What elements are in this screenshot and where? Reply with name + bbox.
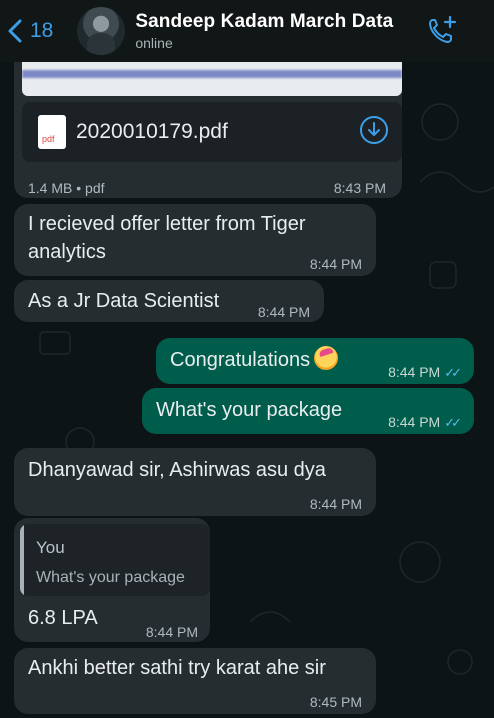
message-time: 8:43 PM [333, 180, 386, 196]
message-text: Ankhi better sathi try karat ahe sir [28, 657, 326, 679]
chevron-left-icon [8, 19, 22, 43]
outgoing-message[interactable]: What's your package 8:44 PM ✓✓ [142, 388, 474, 434]
chat-header: 18 Sandeep Kadam March Data online [0, 0, 494, 62]
quote-author: You [36, 538, 65, 557]
incoming-message[interactable]: Ankhi better sathi try karat ahe sir 8:4… [14, 648, 376, 714]
pdf-icon-label: pdf [42, 134, 55, 144]
contact-status: online [135, 35, 173, 51]
incoming-message[interactable]: Dhanyawad sir, Ashirwas asu dya 8:44 PM [14, 448, 376, 516]
message-time: 8:44 PM [145, 624, 198, 640]
file-preview [22, 62, 402, 96]
add-call-button[interactable] [426, 14, 458, 51]
message-text: I recieved offer letter from Tiger analy… [28, 213, 306, 263]
partying-face-emoji [314, 346, 339, 370]
outgoing-message[interactable]: Congratulations 8:44 PM ✓✓ [156, 338, 474, 384]
unread-count: 18 [30, 19, 54, 42]
message-time: 8:44 PM [309, 496, 362, 512]
quoted-message[interactable]: You What's your package [20, 524, 210, 596]
message-text: What's your package [156, 399, 343, 421]
contact-name: Sandeep Kadam March Data [135, 11, 394, 32]
back-button[interactable]: 18 [6, 18, 53, 44]
file-attachment[interactable]: pdf 2020010179.pdf [22, 102, 402, 162]
quote-text: What's your package [36, 569, 185, 586]
message-time: 8:44 PM [257, 304, 310, 320]
message-time: 8:44 PM ✓✓ [388, 408, 462, 437]
file-name: 2020010179.pdf [76, 120, 228, 143]
incoming-message[interactable]: As a Jr Data Scientist 8:44 PM [14, 280, 324, 322]
time-text: 8:44 PM [388, 414, 441, 430]
avatar[interactable] [77, 7, 126, 55]
file-meta: 1.4 MB • pdf [28, 180, 105, 196]
message-text: 6.8 LPA [28, 607, 98, 629]
download-button[interactable] [360, 116, 388, 144]
message-text: Congratulations [170, 346, 339, 374]
file-message[interactable]: pdf 2020010179.pdf 1.4 MB • pdf 8:43 PM [14, 62, 402, 198]
incoming-message[interactable]: I recieved offer letter from Tiger analy… [14, 204, 376, 276]
time-text: 8:44 PM [388, 364, 441, 380]
chat-area[interactable]: pdf 2020010179.pdf 1.4 MB • pdf 8:43 PM … [0, 62, 494, 718]
incoming-reply-message[interactable]: You What's your package 6.8 LPA 8:44 PM [14, 518, 210, 642]
message-text-content: Congratulations [170, 349, 311, 371]
message-text: As a Jr Data Scientist [28, 290, 220, 312]
message-time: 8:45 PM [309, 694, 362, 710]
read-ticks-icon: ✓✓ [444, 365, 462, 380]
read-ticks-icon: ✓✓ [444, 415, 462, 430]
download-arrow-icon [368, 122, 380, 136]
message-time: 8:44 PM ✓✓ [388, 358, 462, 387]
phone-plus-icon [429, 15, 457, 43]
contact-info[interactable]: Sandeep Kadam March Data online [135, 11, 393, 51]
message-text: Dhanyawad sir, Ashirwas asu dya [28, 459, 326, 481]
pdf-file-icon: pdf [38, 115, 66, 149]
message-time: 8:44 PM [309, 256, 362, 272]
